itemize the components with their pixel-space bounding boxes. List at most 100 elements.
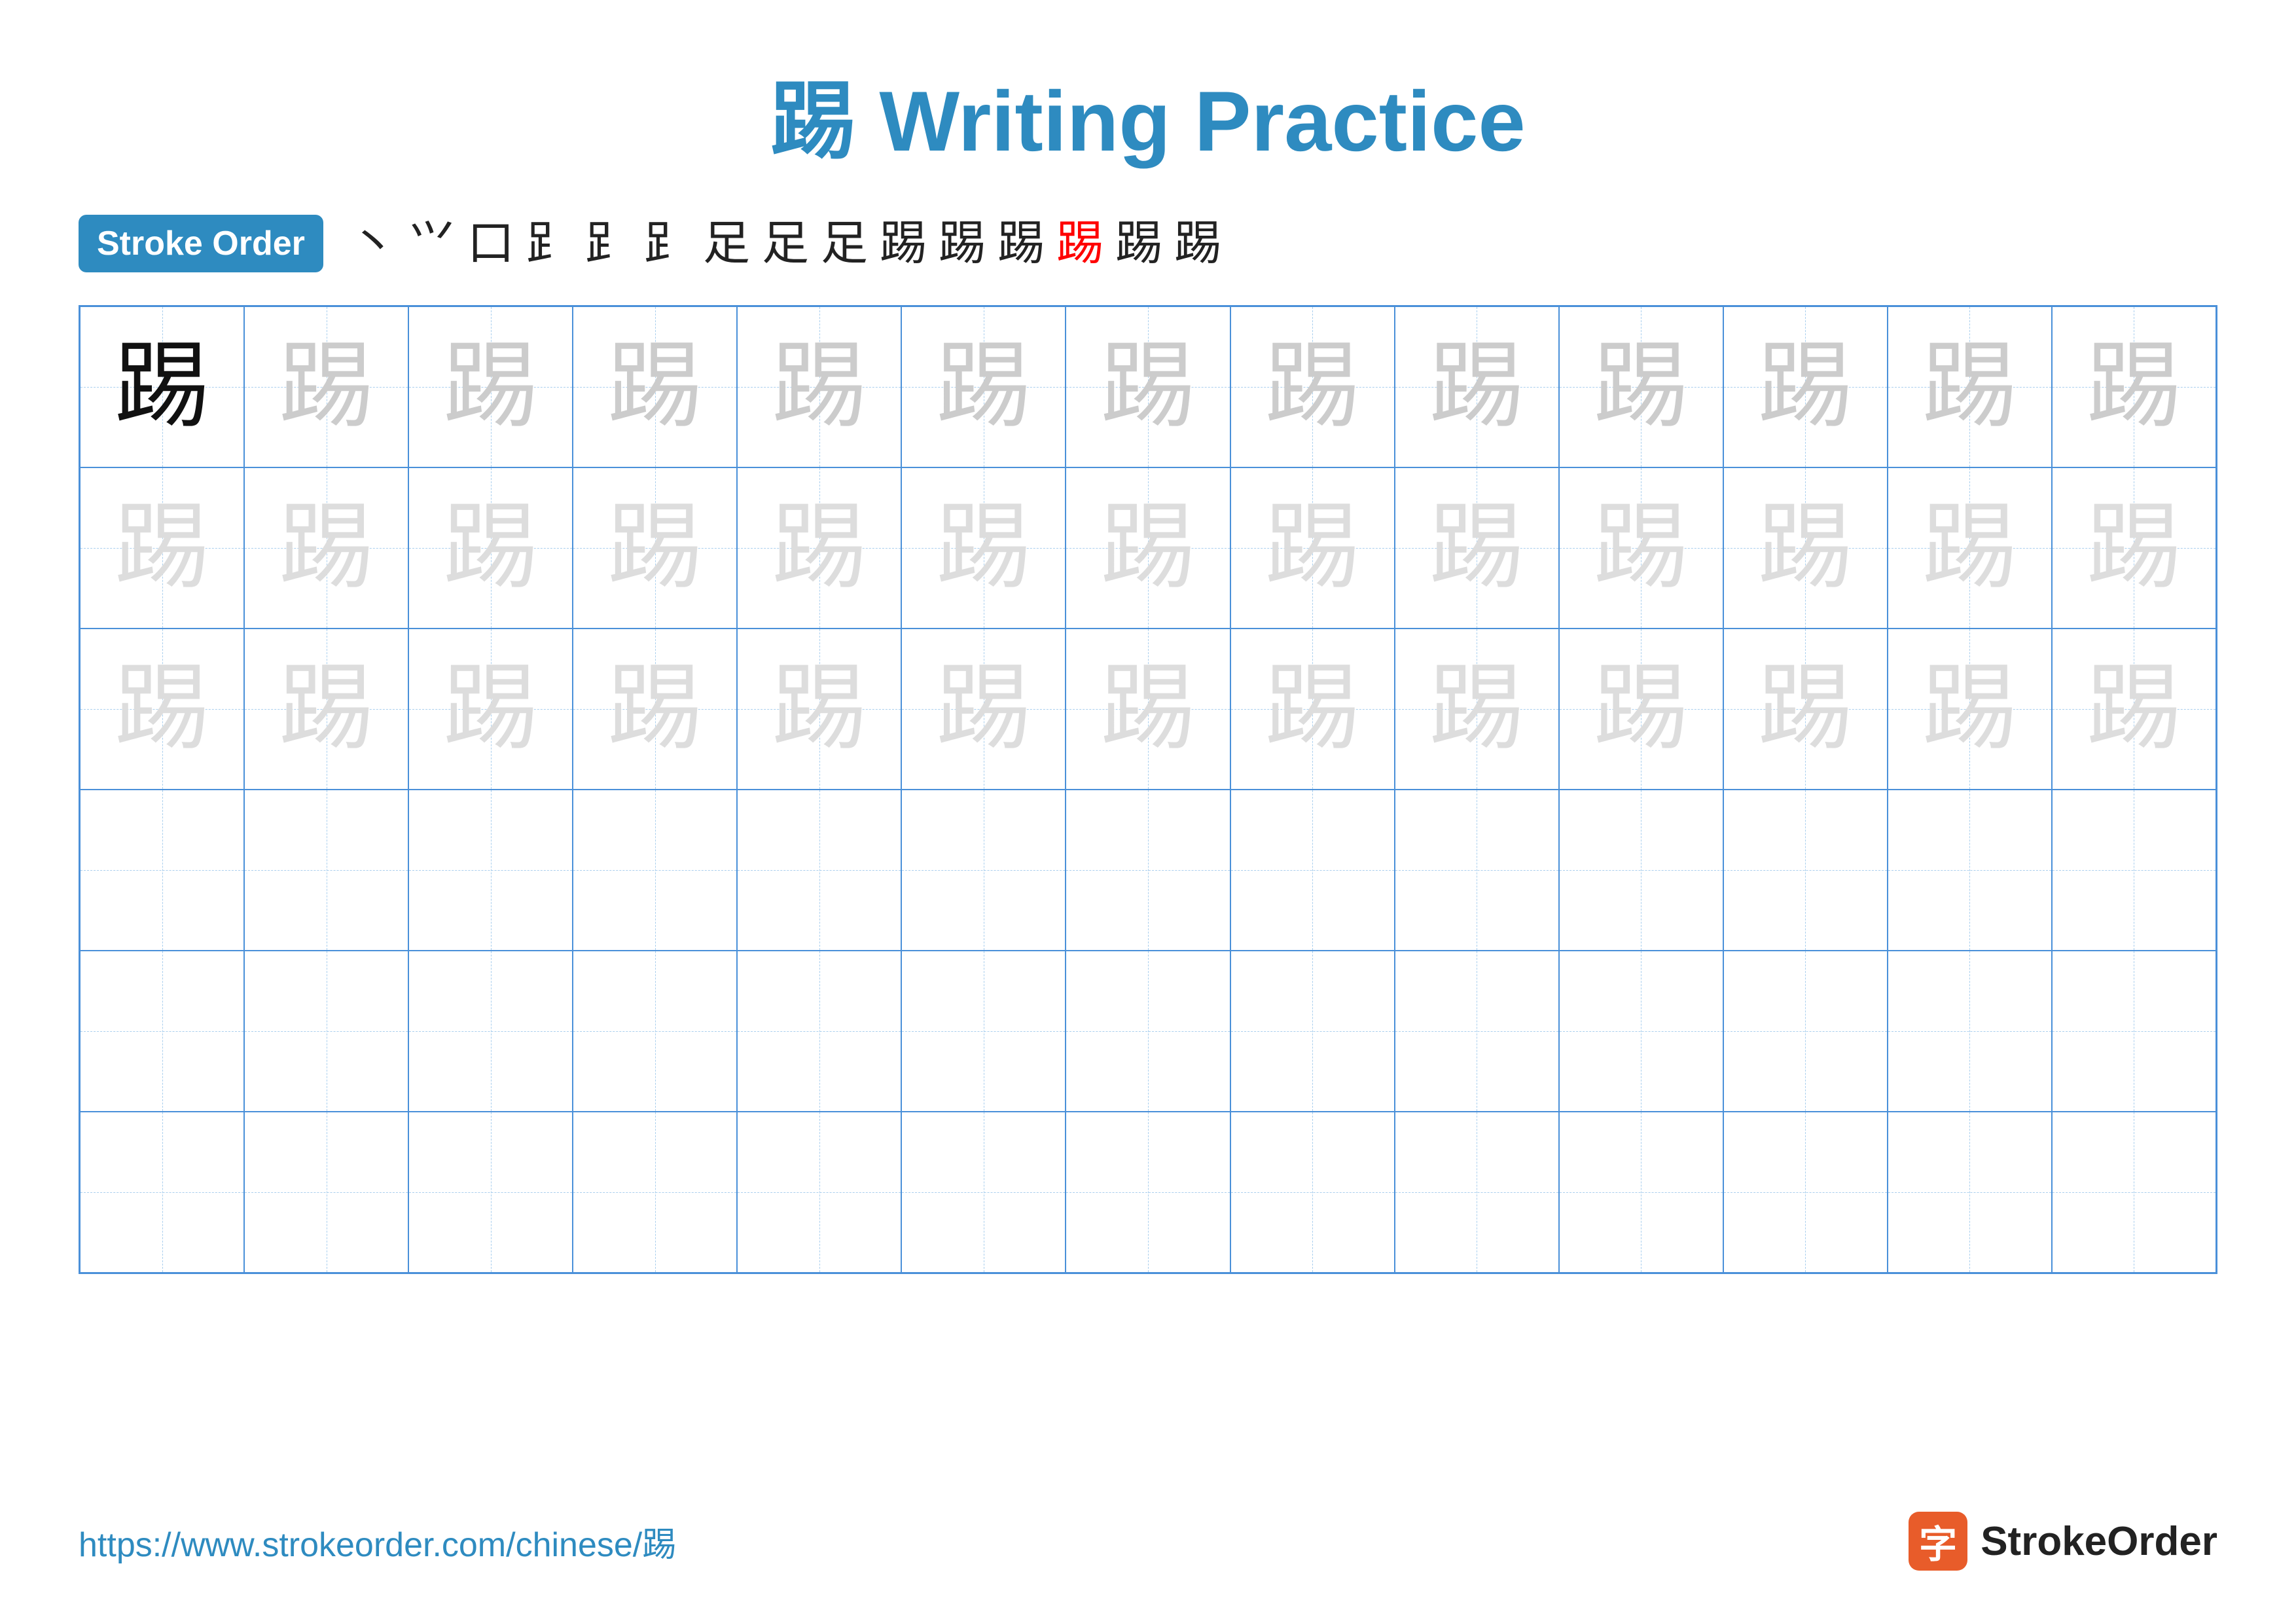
grid-cell-4-0[interactable] <box>80 951 244 1112</box>
grid-cell-2-3[interactable]: 踢 <box>573 629 737 790</box>
grid-cell-1-12[interactable]: 踢 <box>2052 467 2216 629</box>
grid-cell-1-0[interactable]: 踢 <box>80 467 244 629</box>
grid-cell-0-12[interactable]: 踢 <box>2052 306 2216 467</box>
grid-cell-4-5[interactable] <box>901 951 1066 1112</box>
grid-cell-5-9[interactable] <box>1559 1112 1723 1273</box>
grid-cell-2-7[interactable]: 踢 <box>1230 629 1395 790</box>
grid-cell-1-9[interactable]: 踢 <box>1559 467 1723 629</box>
grid-cell-4-6[interactable] <box>1066 951 1230 1112</box>
grid-cell-0-4[interactable]: 踢 <box>737 306 901 467</box>
grid-cell-1-5[interactable]: 踢 <box>901 467 1066 629</box>
grid-cell-2-8[interactable]: 踢 <box>1395 629 1559 790</box>
footer-url[interactable]: https://www.strokeorder.com/chinese/踢 <box>79 1517 676 1566</box>
grid-cell-1-7[interactable]: 踢 <box>1230 467 1395 629</box>
grid-cell-4-8[interactable] <box>1395 951 1559 1112</box>
grid-cell-3-9[interactable] <box>1559 790 1723 951</box>
grid-char: 踢 <box>115 340 209 435</box>
stroke-step-11: 踢 <box>997 220 1045 267</box>
grid-char: 踢 <box>607 340 702 435</box>
grid-cell-5-2[interactable] <box>408 1112 573 1273</box>
grid-char: 踢 <box>443 501 538 596</box>
grid-cell-3-11[interactable] <box>1888 790 2052 951</box>
grid-char: 踢 <box>1265 662 1360 757</box>
grid-cell-5-1[interactable] <box>244 1112 408 1273</box>
grid-cell-1-2[interactable]: 踢 <box>408 467 573 629</box>
grid-cell-0-3[interactable]: 踢 <box>573 306 737 467</box>
stroke-order-row: Stroke Order 丶⺍口⻊⻊⻊足足足踢踢踢踢踢踢 <box>79 215 2217 272</box>
grid-char: 踢 <box>1594 340 1689 435</box>
grid-char: 踢 <box>1758 662 1853 757</box>
grid-cell-2-9[interactable]: 踢 <box>1559 629 1723 790</box>
grid-cell-0-1[interactable]: 踢 <box>244 306 408 467</box>
grid-cell-0-10[interactable]: 踢 <box>1723 306 1888 467</box>
stroke-step-6: 足 <box>703 220 750 267</box>
grid-cell-0-2[interactable]: 踢 <box>408 306 573 467</box>
grid-cell-1-6[interactable]: 踢 <box>1066 467 1230 629</box>
grid-cell-0-5[interactable]: 踢 <box>901 306 1066 467</box>
grid-cell-3-10[interactable] <box>1723 790 1888 951</box>
grid-cell-3-5[interactable] <box>901 790 1066 951</box>
grid-cell-4-3[interactable] <box>573 951 737 1112</box>
grid-char: 踢 <box>936 501 1031 596</box>
grid-char: 踢 <box>607 501 702 596</box>
grid-cell-2-12[interactable]: 踢 <box>2052 629 2216 790</box>
grid-cell-0-0[interactable]: 踢 <box>80 306 244 467</box>
grid-cell-5-7[interactable] <box>1230 1112 1395 1273</box>
stroke-step-14: 踢 <box>1174 220 1221 267</box>
grid-cell-0-8[interactable]: 踢 <box>1395 306 1559 467</box>
grid-cell-3-6[interactable] <box>1066 790 1230 951</box>
grid-cell-3-0[interactable] <box>80 790 244 951</box>
grid-cell-1-11[interactable]: 踢 <box>1888 467 2052 629</box>
grid-cell-5-0[interactable] <box>80 1112 244 1273</box>
grid-cell-0-7[interactable]: 踢 <box>1230 306 1395 467</box>
grid-cell-4-9[interactable] <box>1559 951 1723 1112</box>
grid-cell-5-3[interactable] <box>573 1112 737 1273</box>
grid-cell-2-10[interactable]: 踢 <box>1723 629 1888 790</box>
grid-cell-1-3[interactable]: 踢 <box>573 467 737 629</box>
grid-char: 踢 <box>2087 501 2181 596</box>
grid-char: 踢 <box>1922 662 2017 757</box>
grid-cell-5-5[interactable] <box>901 1112 1066 1273</box>
grid-cell-4-2[interactable] <box>408 951 573 1112</box>
grid-cell-2-2[interactable]: 踢 <box>408 629 573 790</box>
grid-cell-3-7[interactable] <box>1230 790 1395 951</box>
grid-cell-4-11[interactable] <box>1888 951 2052 1112</box>
grid-cell-3-1[interactable] <box>244 790 408 951</box>
grid-cell-3-4[interactable] <box>737 790 901 951</box>
grid-cell-0-9[interactable]: 踢 <box>1559 306 1723 467</box>
grid-cell-2-11[interactable]: 踢 <box>1888 629 2052 790</box>
grid-cell-4-7[interactable] <box>1230 951 1395 1112</box>
grid-cell-5-4[interactable] <box>737 1112 901 1273</box>
grid-cell-2-0[interactable]: 踢 <box>80 629 244 790</box>
grid-cell-5-10[interactable] <box>1723 1112 1888 1273</box>
grid-cell-5-11[interactable] <box>1888 1112 2052 1273</box>
grid-char: 踢 <box>443 340 538 435</box>
grid-char: 踢 <box>772 340 867 435</box>
grid-cell-1-10[interactable]: 踢 <box>1723 467 1888 629</box>
grid-cell-1-1[interactable]: 踢 <box>244 467 408 629</box>
grid-char: 踢 <box>115 501 209 596</box>
grid-cell-2-5[interactable]: 踢 <box>901 629 1066 790</box>
grid-cell-3-12[interactable] <box>2052 790 2216 951</box>
grid-cell-4-1[interactable] <box>244 951 408 1112</box>
grid-cell-4-12[interactable] <box>2052 951 2216 1112</box>
grid-cell-3-8[interactable] <box>1395 790 1559 951</box>
grid-cell-3-2[interactable] <box>408 790 573 951</box>
grid-cell-5-8[interactable] <box>1395 1112 1559 1273</box>
grid-char: 踢 <box>1922 340 2017 435</box>
grid-char: 踢 <box>1922 501 2017 596</box>
stroke-step-7: 足 <box>762 220 809 267</box>
grid-char: 踢 <box>279 662 374 757</box>
grid-cell-1-8[interactable]: 踢 <box>1395 467 1559 629</box>
grid-cell-3-3[interactable] <box>573 790 737 951</box>
grid-cell-4-4[interactable] <box>737 951 901 1112</box>
grid-cell-2-1[interactable]: 踢 <box>244 629 408 790</box>
grid-cell-5-12[interactable] <box>2052 1112 2216 1273</box>
grid-cell-2-4[interactable]: 踢 <box>737 629 901 790</box>
grid-cell-4-10[interactable] <box>1723 951 1888 1112</box>
grid-cell-0-6[interactable]: 踢 <box>1066 306 1230 467</box>
grid-cell-2-6[interactable]: 踢 <box>1066 629 1230 790</box>
grid-cell-0-11[interactable]: 踢 <box>1888 306 2052 467</box>
grid-cell-5-6[interactable] <box>1066 1112 1230 1273</box>
grid-cell-1-4[interactable]: 踢 <box>737 467 901 629</box>
